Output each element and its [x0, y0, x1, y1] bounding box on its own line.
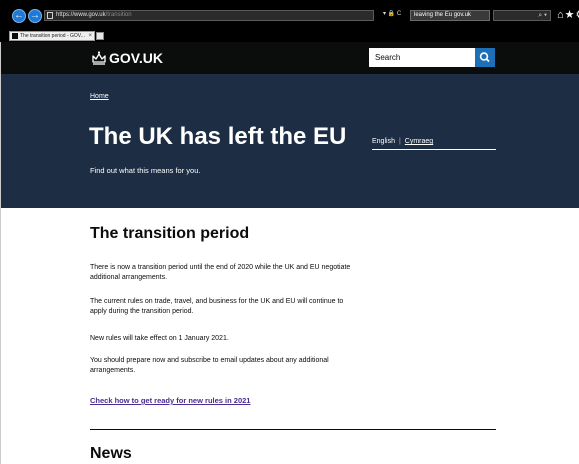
language-link-cymraeg[interactable]: Cymraeg	[405, 138, 433, 145]
browser-search-box[interactable]: ⌕ ▾	[493, 10, 551, 21]
section-title: The transition period	[90, 225, 250, 242]
paragraph: New rules will take effect on 1 January …	[90, 335, 229, 342]
tab-search-field[interactable]: leaving the Eu gov.uk	[410, 10, 490, 21]
breadcrumb-home[interactable]: Home	[90, 92, 109, 101]
forward-arrow-icon[interactable]: →	[28, 9, 42, 23]
language-current: English	[372, 138, 395, 145]
hero-banner: Home The UK has left the EU Find out wha…	[1, 74, 579, 208]
page-icon	[47, 12, 53, 19]
news-heading: News	[90, 445, 132, 462]
magnifier-icon	[479, 52, 490, 63]
search-icon[interactable]: ⌕ ▾	[538, 11, 547, 20]
tab-title: The transition period - GOV...	[20, 33, 85, 39]
search-button[interactable]	[475, 48, 495, 67]
language-switcher: English | Cymraeg	[372, 136, 496, 150]
paragraph: There is now a transition period until t…	[90, 264, 351, 281]
govuk-favicon-icon	[12, 33, 18, 39]
close-icon[interactable]: ×	[88, 32, 92, 40]
page-content: GOV.UK Home The UK has left the EU Find …	[0, 42, 579, 464]
address-bar[interactable]: https://www.gov.uk/transition	[44, 10, 374, 21]
tab-transition-period[interactable]: The transition period - GOV... ×	[9, 31, 95, 41]
paragraph: You should prepare now and subscribe to …	[90, 357, 329, 374]
page-title: The UK has left the EU	[89, 123, 347, 150]
govuk-logo[interactable]: GOV.UK	[109, 50, 163, 66]
hero-subtitle: Find out what this means for you.	[90, 166, 201, 175]
tab-strip: The transition period - GOV... ×	[0, 30, 579, 42]
url-text: https://www.gov.uk/transition	[56, 12, 132, 18]
address-controls[interactable]: ▾ 🔒 C	[383, 10, 401, 19]
home-star-gear-icons[interactable]: ⌂★⚙	[557, 8, 579, 22]
language-separator: |	[398, 138, 401, 145]
get-ready-link[interactable]: Check how to get ready for new rules in …	[90, 396, 250, 406]
browser-toolbar: ← → https://www.gov.uk/transition ▾ 🔒 C …	[0, 0, 579, 30]
new-tab-button[interactable]	[96, 32, 104, 40]
search-input[interactable]	[369, 48, 475, 67]
section-divider	[90, 429, 496, 430]
paragraph: The current rules on trade, travel, and …	[90, 298, 344, 315]
crown-icon	[92, 51, 106, 65]
govuk-header: GOV.UK	[1, 42, 579, 74]
back-arrow-icon[interactable]: ←	[12, 9, 26, 23]
